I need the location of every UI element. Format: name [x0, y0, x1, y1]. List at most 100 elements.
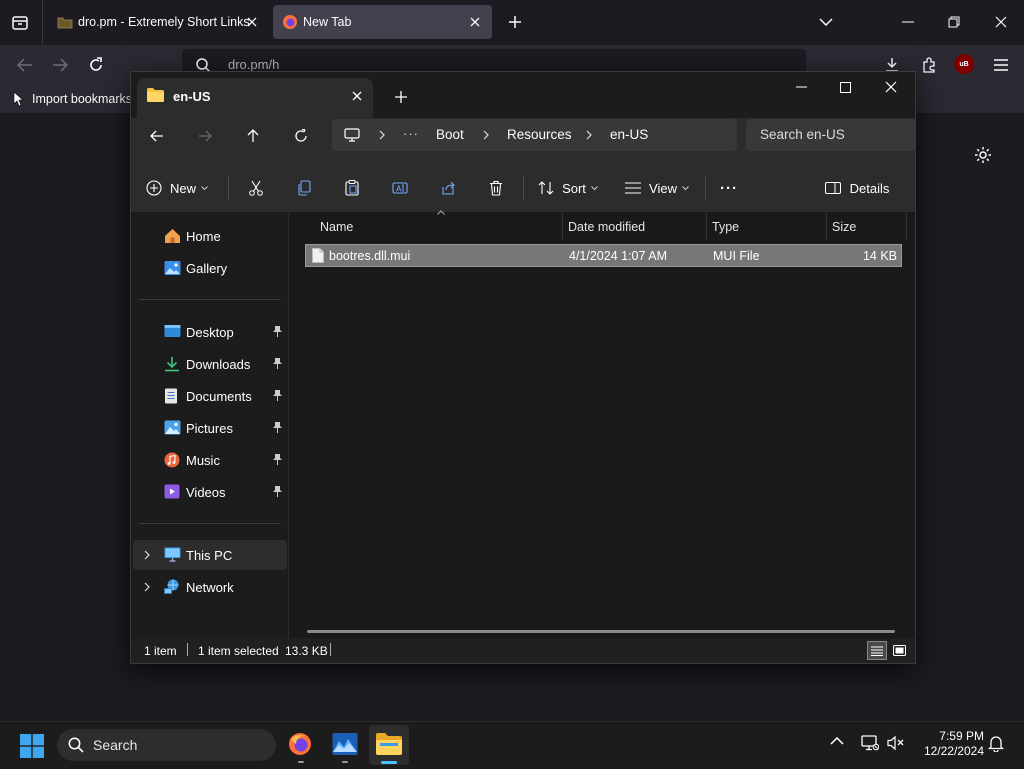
nav-label: Videos — [186, 484, 226, 500]
share-icon[interactable] — [433, 164, 463, 212]
import-bookmarks-link[interactable]: Import bookmarks... — [32, 92, 142, 106]
explorer-tab[interactable]: en-US — [137, 78, 373, 118]
clock-time: 7:59 PM — [939, 729, 984, 743]
column-header-type[interactable]: Type — [712, 213, 739, 241]
more-options-button[interactable]: ··· — [713, 164, 745, 212]
view-label: View — [649, 180, 677, 196]
address-bar[interactable]: ··· Boot Resources en-US — [332, 119, 737, 151]
refresh-icon[interactable] — [289, 124, 313, 148]
pin-icon[interactable] — [273, 454, 282, 465]
url-text[interactable]: dro.pm/h — [228, 57, 279, 72]
file-size: 14 KB — [862, 249, 897, 263]
chevron-down-icon — [591, 185, 598, 190]
view-button[interactable]: View — [621, 164, 693, 212]
horizontal-scrollbar[interactable] — [307, 630, 895, 633]
nav-label: This PC — [186, 547, 233, 563]
paste-icon[interactable] — [337, 164, 367, 212]
back-icon[interactable] — [13, 53, 37, 77]
nav-item-desktop[interactable]: Desktop — [133, 317, 287, 347]
reload-icon[interactable] — [84, 53, 108, 77]
column-header-date[interactable]: Date modified — [568, 213, 645, 241]
back-icon[interactable] — [145, 124, 169, 148]
firefox-icon[interactable] — [288, 732, 312, 756]
maximize-icon[interactable] — [834, 76, 856, 98]
status-bar: 1 item 1 item selected 13.3 KB — [131, 638, 915, 663]
close-tab-icon[interactable] — [349, 88, 365, 104]
nav-item-network[interactable]: Network — [133, 572, 287, 602]
taskbar: Search 7:59 PM 12/22/2024 — [0, 721, 1024, 769]
forward-icon[interactable] — [48, 53, 72, 77]
new-button[interactable]: New — [141, 164, 213, 212]
ublock-icon[interactable]: uB — [954, 54, 974, 74]
pin-icon[interactable] — [273, 422, 282, 433]
delete-icon[interactable] — [481, 164, 511, 212]
nav-item-home[interactable]: Home — [133, 221, 287, 251]
pin-icon[interactable] — [273, 326, 282, 337]
gear-icon[interactable] — [971, 143, 995, 167]
column-header-name[interactable]: Name — [320, 213, 353, 241]
close-tab-icon[interactable] — [467, 14, 483, 30]
tab-list-icon[interactable] — [8, 11, 32, 35]
taskbar-search-label: Search — [93, 737, 138, 753]
column-header-size[interactable]: Size — [832, 213, 856, 241]
nav-item-videos[interactable]: Videos — [133, 477, 287, 507]
browser-tab-dro[interactable]: dro.pm - Extremely Short Links — [48, 5, 270, 39]
details-pane-button[interactable]: Details — [821, 164, 893, 212]
breadcrumb-en-us[interactable]: en-US — [610, 127, 648, 142]
new-tab-plus-icon[interactable] — [504, 11, 526, 33]
clock[interactable]: 7:59 PM 12/22/2024 — [912, 729, 984, 759]
nav-item-pictures[interactable]: Pictures — [133, 413, 287, 443]
nav-item-downloads[interactable]: Downloads — [133, 349, 287, 379]
network-status-icon[interactable] — [861, 735, 879, 751]
import-icon — [12, 91, 30, 107]
menu-hamburger-icon[interactable] — [989, 53, 1013, 77]
chevron-right-icon[interactable] — [376, 129, 388, 141]
large-icons-view-icon[interactable] — [889, 641, 909, 660]
breadcrumb-overflow[interactable]: ··· — [403, 126, 419, 141]
close-window-icon[interactable] — [990, 11, 1012, 33]
computer-icon[interactable] — [342, 126, 362, 144]
close-tab-icon[interactable] — [244, 14, 260, 30]
chevron-down-icon — [201, 185, 208, 190]
table-row[interactable]: bootres.dll.mui 4/1/2024 1:07 AM MUI Fil… — [305, 244, 902, 267]
search-box[interactable]: Search en-US — [746, 119, 916, 151]
restore-icon[interactable] — [943, 11, 965, 33]
plus-circle-icon — [146, 180, 162, 196]
browser-tab-newtab[interactable]: New Tab — [273, 5, 492, 39]
chevron-right-icon[interactable] — [144, 582, 150, 592]
extensions-icon[interactable] — [917, 53, 941, 77]
chevron-right-icon[interactable] — [144, 550, 150, 560]
new-tab-plus-icon[interactable] — [391, 87, 411, 107]
nav-item-gallery[interactable]: Gallery — [133, 253, 287, 283]
list-all-tabs-chevron-icon[interactable] — [815, 11, 837, 33]
photos-icon[interactable] — [332, 732, 358, 756]
windows-start-icon[interactable] — [20, 734, 44, 758]
forward-icon[interactable] — [193, 124, 217, 148]
nav-item-documents[interactable]: Documents — [133, 381, 287, 411]
minimize-icon[interactable] — [790, 76, 812, 98]
cut-icon[interactable] — [241, 164, 271, 212]
pin-icon[interactable] — [273, 486, 282, 497]
nav-item-this-pc[interactable]: This PC — [133, 540, 287, 570]
sort-label: Sort — [562, 180, 586, 196]
taskbar-search[interactable]: Search — [57, 729, 276, 761]
copy-icon[interactable] — [289, 164, 319, 212]
up-arrow-icon[interactable] — [241, 124, 265, 148]
nav-item-music[interactable]: Music — [133, 445, 287, 475]
chevron-up-icon[interactable] — [830, 737, 844, 745]
close-window-icon[interactable] — [880, 76, 902, 98]
details-view-icon[interactable] — [867, 641, 887, 660]
minimize-icon[interactable] — [897, 11, 919, 33]
file-type: MUI File — [713, 249, 760, 263]
file-explorer-taskbar-button[interactable] — [369, 725, 409, 765]
volume-muted-icon[interactable] — [887, 735, 905, 751]
chevron-right-icon[interactable] — [583, 129, 595, 141]
pin-icon[interactable] — [273, 390, 282, 401]
breadcrumb-boot[interactable]: Boot — [436, 127, 464, 142]
pin-icon[interactable] — [273, 358, 282, 369]
sort-button[interactable]: Sort — [533, 164, 603, 212]
chevron-right-icon[interactable] — [480, 129, 492, 141]
breadcrumb-resources[interactable]: Resources — [507, 127, 572, 142]
notification-bell-icon[interactable] — [988, 735, 1004, 752]
rename-icon[interactable]: A — [385, 164, 415, 212]
